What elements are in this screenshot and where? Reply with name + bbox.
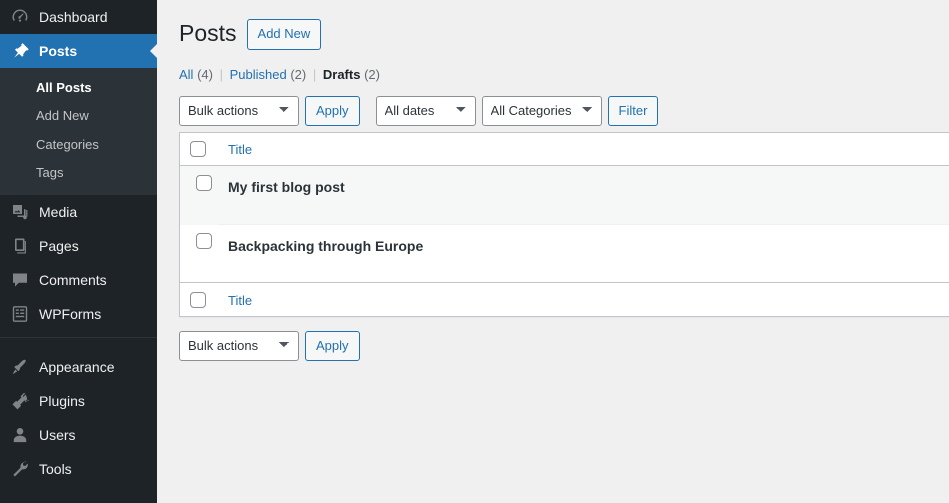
column-footer-title[interactable]: Title xyxy=(218,282,949,316)
posts-submenu: All Posts Add New Categories Tags xyxy=(0,68,157,195)
row-title-cell: My first blog post xyxy=(218,166,949,225)
posts-page-wrap: Posts Add New All (4) | Published (2) | … xyxy=(157,0,949,361)
tools-icon xyxy=(10,459,30,479)
bulk-actions-select-bottom[interactable]: Bulk actions xyxy=(179,331,299,361)
row-checkbox[interactable] xyxy=(196,233,212,249)
filter-published-count: (2) xyxy=(290,67,306,82)
sidebar-item-label: Appearance xyxy=(30,360,115,374)
plugins-icon xyxy=(10,391,30,411)
sidebar-item-label: Tools xyxy=(30,462,72,476)
filter-drafts: Drafts (2) xyxy=(323,67,380,82)
appearance-icon xyxy=(10,357,30,377)
row-select-cell xyxy=(180,166,218,225)
pin-icon xyxy=(10,41,30,61)
select-all-footer-cell xyxy=(180,282,218,316)
pages-icon xyxy=(10,236,30,256)
filter-drafts-count: (2) xyxy=(364,67,380,82)
filter-button[interactable]: Filter xyxy=(608,96,659,126)
apply-button-bottom[interactable]: Apply xyxy=(305,331,360,361)
filter-published-link[interactable]: Published xyxy=(230,67,287,82)
post-status-filter-list: All (4) | Published (2) | Drafts (2) xyxy=(179,62,929,88)
sidebar-item-label: Media xyxy=(30,205,77,219)
filter-all-link[interactable]: All xyxy=(179,67,193,82)
column-header-title-label: Title xyxy=(228,142,252,157)
post-title-link[interactable]: My first blog post xyxy=(228,179,345,195)
filter-divider: | xyxy=(310,67,319,82)
category-filter-select[interactable]: All Categories xyxy=(482,96,602,126)
media-icon xyxy=(10,202,30,222)
page-title: Posts xyxy=(179,19,237,49)
table-nav-bottom: Bulk actions Apply xyxy=(179,331,929,361)
current-menu-arrow-icon xyxy=(150,43,157,59)
column-header-title[interactable]: Title xyxy=(218,133,949,167)
row-checkbox[interactable] xyxy=(196,175,212,191)
admin-content-area: Posts Add New All (4) | Published (2) | … xyxy=(157,0,949,503)
sidebar-item-comments[interactable]: Comments xyxy=(0,263,157,297)
row-select-cell xyxy=(180,225,218,283)
add-new-button[interactable]: Add New xyxy=(247,19,322,50)
sidebar-item-wpforms[interactable]: WPForms xyxy=(0,297,157,331)
filter-all-count: (4) xyxy=(197,67,213,82)
post-title-link[interactable]: Backpacking through Europe xyxy=(228,238,423,254)
sidebar-item-posts[interactable]: Posts xyxy=(0,34,157,68)
wpforms-icon xyxy=(10,304,30,324)
submenu-item-all-posts[interactable]: All Posts xyxy=(0,74,157,102)
sidebar-item-label: WPForms xyxy=(30,307,101,321)
sidebar-item-media[interactable]: Media xyxy=(0,195,157,229)
submenu-item-tags[interactable]: Tags xyxy=(0,159,157,187)
table-body: My first blog post Backpacking through E… xyxy=(180,166,949,282)
table-footer-row: Title xyxy=(180,282,949,316)
wordpress-admin-screen: Dashboard Posts All Posts Add New Catego… xyxy=(0,0,949,503)
dashboard-icon xyxy=(10,7,30,27)
sidebar-item-label: Posts xyxy=(30,44,77,58)
select-all-checkbox-top[interactable] xyxy=(190,141,206,157)
date-filter-select[interactable]: All dates xyxy=(376,96,476,126)
column-footer-title-label: Title xyxy=(228,293,252,308)
select-all-checkbox-bottom[interactable] xyxy=(190,292,206,308)
sidebar-item-label: Users xyxy=(30,428,76,442)
date-category-filter-group: All dates All Categories Filter xyxy=(376,96,659,126)
table-header-row: Title xyxy=(180,133,949,167)
table-nav-top: Bulk actions Apply All dates All Categor… xyxy=(179,96,929,126)
sidebar-item-tools[interactable]: Tools xyxy=(0,452,157,486)
sidebar-item-label: Dashboard xyxy=(30,10,108,24)
filter-published: Published (2) | xyxy=(230,67,320,82)
row-title-cell: Backpacking through Europe xyxy=(218,225,949,283)
bulk-actions-select-top[interactable]: Bulk actions xyxy=(179,96,299,126)
submenu-item-categories[interactable]: Categories xyxy=(0,131,157,159)
menu-separator xyxy=(0,337,157,350)
sidebar-item-label: Plugins xyxy=(30,394,85,408)
table-foot: Title xyxy=(180,282,949,316)
bulk-actions-group-top: Bulk actions Apply xyxy=(179,96,360,126)
sidebar-item-label: Comments xyxy=(30,273,107,287)
sidebar-item-dashboard[interactable]: Dashboard xyxy=(0,0,157,34)
sidebar-item-users[interactable]: Users xyxy=(0,418,157,452)
filter-divider: | xyxy=(217,67,226,82)
filter-all: All (4) | xyxy=(179,67,226,82)
sidebar-item-appearance[interactable]: Appearance xyxy=(0,350,157,384)
submenu-item-add-new[interactable]: Add New xyxy=(0,102,157,130)
bulk-actions-group-bottom: Bulk actions Apply xyxy=(179,331,360,361)
page-header: Posts Add New xyxy=(179,10,929,54)
sidebar-item-pages[interactable]: Pages xyxy=(0,229,157,263)
table-head: Title xyxy=(180,133,949,167)
apply-button-top[interactable]: Apply xyxy=(305,96,360,126)
comments-icon xyxy=(10,270,30,290)
posts-list-table: Title My first blog post xyxy=(179,132,949,317)
sidebar-item-plugins[interactable]: Plugins xyxy=(0,384,157,418)
filter-drafts-link[interactable]: Drafts xyxy=(323,67,361,82)
table-row[interactable]: My first blog post xyxy=(180,166,949,225)
select-all-header-cell xyxy=(180,133,218,167)
admin-sidebar-menu: Dashboard Posts All Posts Add New Catego… xyxy=(0,0,157,503)
users-icon xyxy=(10,425,30,445)
table-row[interactable]: Backpacking through Europe xyxy=(180,225,949,283)
sidebar-item-label: Pages xyxy=(30,239,79,253)
